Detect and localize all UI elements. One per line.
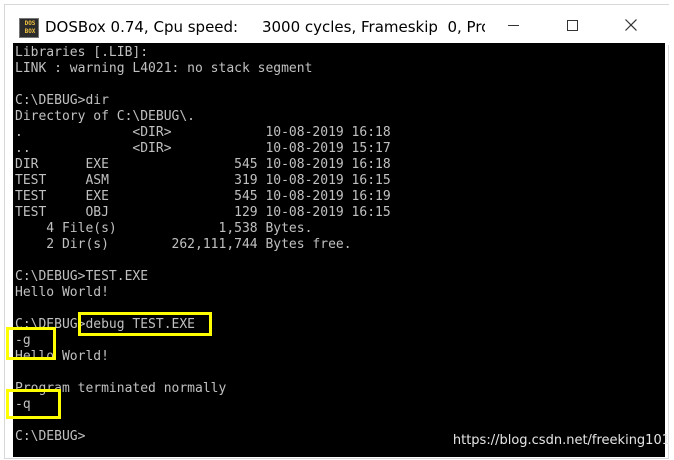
- maximize-icon: [566, 19, 578, 31]
- app-icon-text-bottom: BOX: [24, 28, 36, 35]
- watermark-url: https://blog.csdn.net/freeking101: [452, 433, 670, 448]
- console-line: Directory of C:\DEBUG\.: [15, 109, 196, 124]
- app-icon-text-top: DOS: [24, 20, 36, 27]
- window-title: DOSBox 0.74, Cpu speed: 3000 cycles, Fra…: [45, 18, 485, 36]
- console-line: C:\DEBUG>TEST.EXE: [15, 269, 149, 284]
- console-line: .. <DIR> 10-08-2019 15:17: [15, 141, 391, 156]
- console-line: -q: [15, 397, 31, 412]
- console-line: 4 File(s) 1,538 Bytes.: [15, 221, 313, 236]
- console-line: Hello World!: [15, 349, 109, 364]
- console-line: C:\DEBUG>dir: [15, 93, 109, 108]
- dosbox-window: DOS BOX DOSBox 0.74, Cpu speed: 3000 cyc…: [4, 4, 670, 459]
- dos-console-screen[interactable]: Libraries [.LIB]: LINK : warning L4021: …: [13, 43, 665, 457]
- console-line: Libraries [.LIB]:: [15, 45, 149, 60]
- console-line: Hello World!: [15, 285, 109, 300]
- console-line: TEST EXE 545 10-08-2019 16:19: [15, 189, 391, 204]
- console-line: 2 Dir(s) 262,111,744 Bytes free.: [15, 237, 352, 252]
- console-line: . <DIR> 10-08-2019 16:18: [15, 125, 391, 140]
- console-line: TEST OBJ 129 10-08-2019 16:15: [15, 205, 391, 220]
- dosbox-app-icon: DOS BOX: [19, 18, 39, 38]
- close-icon: [625, 19, 637, 31]
- highlight-debug-command: [78, 312, 212, 336]
- console-line: TEST ASM 319 10-08-2019 16:15: [15, 173, 391, 188]
- minimize-button[interactable]: [493, 11, 533, 39]
- minimize-icon: [507, 24, 519, 26]
- maximize-button[interactable]: [552, 11, 592, 39]
- close-button[interactable]: [611, 11, 651, 39]
- highlight-quit-command: [6, 389, 61, 419]
- console-line: DIR EXE 545 10-08-2019 16:18: [15, 157, 391, 172]
- title-bar[interactable]: DOS BOX DOSBox 0.74, Cpu speed: 3000 cyc…: [5, 5, 670, 45]
- console-line: Program terminated normally: [15, 381, 227, 396]
- console-line: LINK : warning L4021: no stack segment: [15, 61, 313, 76]
- highlight-go-command: [6, 327, 56, 360]
